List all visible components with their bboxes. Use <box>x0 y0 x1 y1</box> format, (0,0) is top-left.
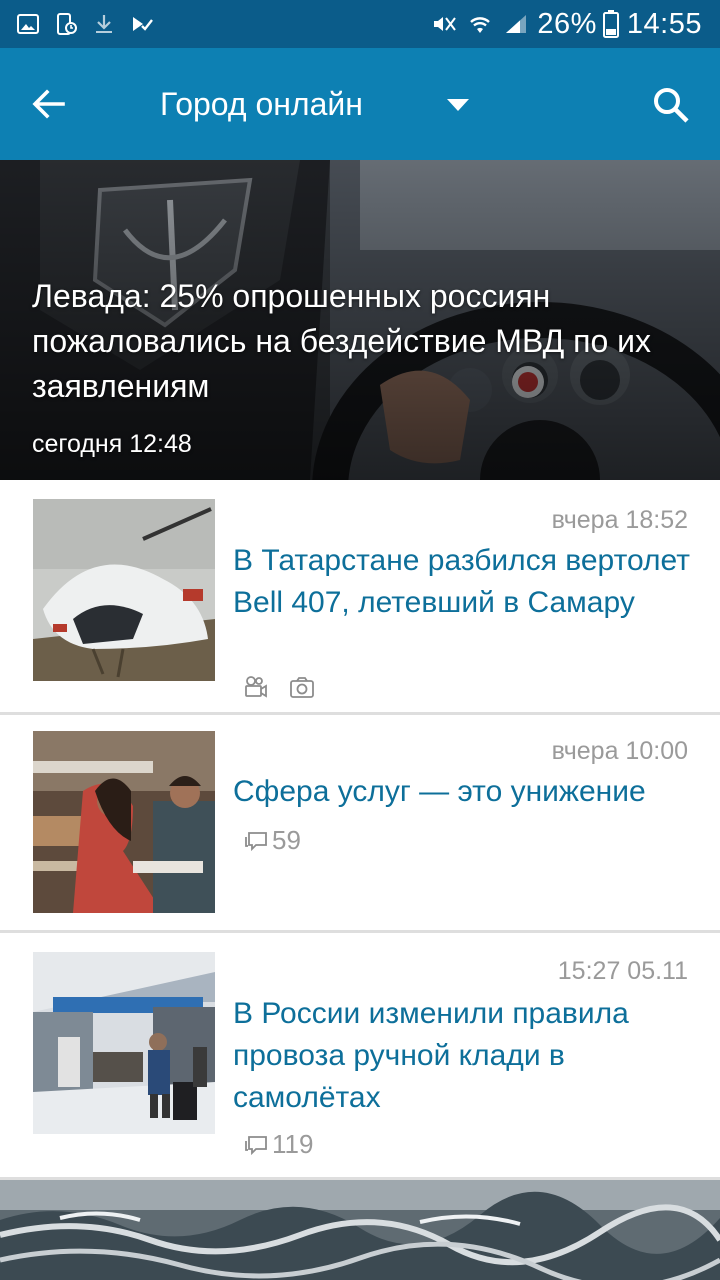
photo-camera-icon <box>290 677 314 698</box>
news-thumbnail <box>33 499 215 681</box>
news-thumbnail <box>33 731 215 913</box>
mute-icon <box>434 17 457 31</box>
arrow-back-icon <box>32 89 65 119</box>
news-timestamp: вчера 10:00 <box>551 737 688 765</box>
battery-icon <box>602 10 619 38</box>
dropdown-triangle-icon[interactable] <box>446 98 470 112</box>
search-icon <box>654 88 689 123</box>
status-notifications <box>16 12 168 36</box>
news-timestamp: 15:27 05.11 <box>557 957 688 985</box>
app-title: Город онлайн <box>160 85 363 122</box>
clock: 14:55 <box>626 7 702 40</box>
news-meta: 119 <box>244 1129 313 1160</box>
gallery-icon <box>17 14 39 34</box>
news-item[interactable]: вчера 10:00 Сфера услуг — это унижение 5… <box>0 715 720 930</box>
screenshot-icon <box>57 13 77 35</box>
wifi-icon <box>470 17 491 33</box>
news-meta: 59 <box>244 825 301 856</box>
play-store-icon <box>133 17 153 31</box>
news-title[interactable]: Сфера услуг — это унижение <box>233 771 703 813</box>
comment-icon <box>245 831 267 851</box>
hero-timestamp: сегодня 12:48 <box>32 430 192 458</box>
signal-icon <box>506 15 527 33</box>
app-bar: Город онлайн <box>0 48 720 160</box>
news-title[interactable]: В России изменили правила провоза ручной… <box>233 993 703 1119</box>
battery-percent: 26% <box>537 7 597 40</box>
status-bar: 26% 14:55 <box>0 0 720 48</box>
hero-article[interactable]: Левада: 25% опрошенных россиян пожаловал… <box>0 160 720 480</box>
hero-title[interactable]: Левада: 25% опрошенных россиян пожаловал… <box>32 274 682 409</box>
video-camera-icon <box>245 676 267 698</box>
news-item[interactable]: вчера 18:52 В Татарстане разбился вертол… <box>0 480 720 712</box>
news-title[interactable]: В Татарстане разбился вертолет Bell 407,… <box>233 540 703 624</box>
comment-count: 119 <box>272 1129 314 1159</box>
download-icon <box>96 15 112 33</box>
status-system: 26% 14:55 <box>421 8 702 41</box>
news-item[interactable]: 15:27 05.11 В России изменили правила пр… <box>0 933 720 1178</box>
comment-icon <box>245 1135 267 1155</box>
search-button[interactable] <box>644 78 698 132</box>
news-thumbnail <box>33 952 215 1134</box>
section-selector[interactable]: Город онлайн <box>160 82 363 126</box>
next-article-image[interactable] <box>0 1180 720 1280</box>
back-button[interactable] <box>22 78 74 130</box>
news-meta <box>244 676 336 698</box>
comment-count: 59 <box>272 825 301 855</box>
news-timestamp: вчера 18:52 <box>551 506 688 534</box>
